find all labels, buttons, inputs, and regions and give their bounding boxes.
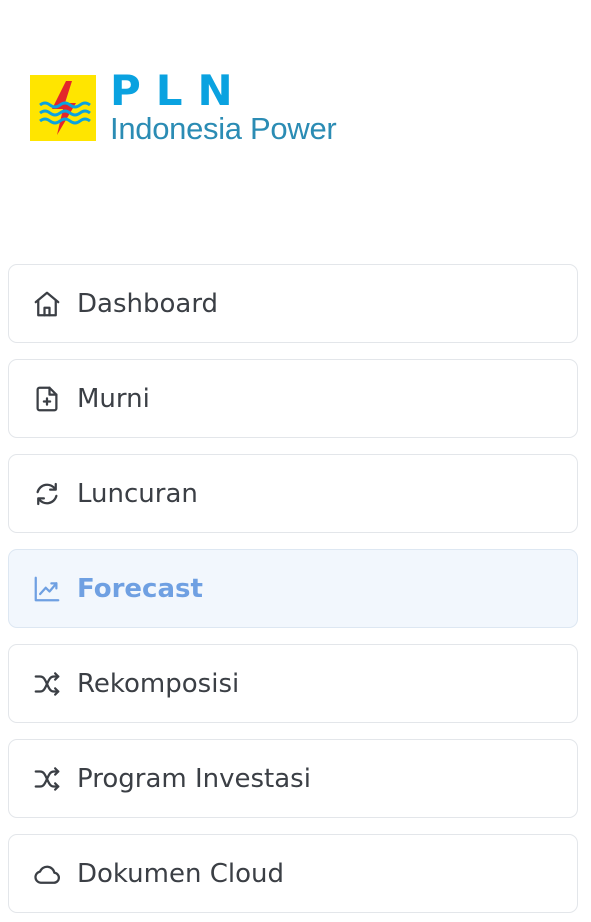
sidebar-nav: Dashboard Murni Luncuran Forecast Rekomp [8, 264, 578, 922]
home-icon [31, 288, 63, 320]
sidebar-item-dokumen-cloud[interactable]: Dokumen Cloud [8, 834, 578, 913]
sidebar-item-label: Forecast [77, 573, 203, 604]
sidebar-item-label: Murni [77, 383, 150, 414]
sidebar-item-program-investasi[interactable]: Program Investasi [8, 739, 578, 818]
sidebar-item-label: Dashboard [77, 288, 219, 319]
pln-lightning-icon [30, 75, 96, 141]
logo-brand-text: PLN [110, 66, 248, 115]
sidebar-item-murni[interactable]: Murni [8, 359, 578, 438]
sidebar-item-rekomposisi[interactable]: Rekomposisi [8, 644, 578, 723]
trending-chart-icon [31, 573, 63, 605]
sidebar: PLN Indonesia Power Dashboard Murni Lunc… [0, 0, 591, 922]
logo-subtitle-text: Indonesia Power [110, 111, 337, 146]
sidebar-item-label: Program Investasi [77, 763, 311, 794]
sidebar-item-label: Rekomposisi [77, 668, 240, 699]
refresh-icon [31, 478, 63, 510]
file-plus-icon [31, 383, 63, 415]
sidebar-item-label: Luncuran [77, 478, 198, 509]
sidebar-item-label: Dokumen Cloud [77, 858, 284, 889]
sidebar-item-dashboard[interactable]: Dashboard [8, 264, 578, 343]
sidebar-item-forecast[interactable]: Forecast [8, 549, 578, 628]
cloud-icon [31, 858, 63, 890]
shuffle-icon [31, 763, 63, 795]
pln-logo[interactable]: PLN Indonesia Power [30, 66, 360, 146]
shuffle-icon [31, 668, 63, 700]
sidebar-item-luncuran[interactable]: Luncuran [8, 454, 578, 533]
